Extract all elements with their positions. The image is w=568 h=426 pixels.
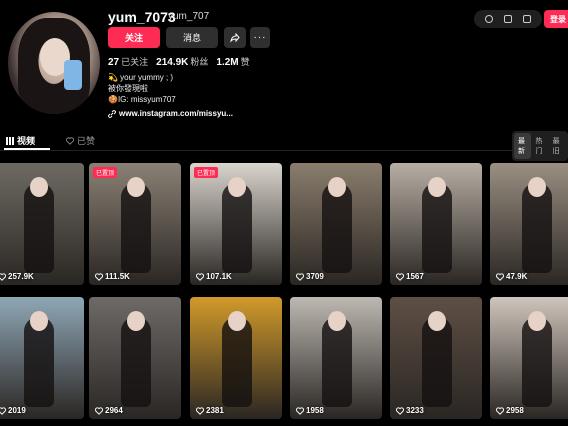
bio-line: 🍪IG: missyum707	[108, 95, 176, 104]
video-thumbnail-face	[30, 177, 48, 197]
heart-outline-icon	[196, 406, 204, 415]
video-view-count: 3709	[296, 272, 324, 281]
profile-avatar[interactable]	[8, 12, 100, 114]
video-thumbnail-face	[228, 311, 246, 331]
profile-tabs: 视频 已赞	[0, 131, 568, 151]
video-thumbnail-face	[428, 311, 446, 331]
link-icon	[108, 109, 116, 118]
video-card[interactable]: 3709	[290, 163, 382, 285]
heart-outline-icon	[0, 272, 6, 281]
video-card[interactable]: 2381	[190, 297, 282, 419]
more-button[interactable]: ···	[250, 27, 270, 48]
video-view-count-value: 1567	[406, 272, 424, 281]
heart-outline-icon	[66, 136, 74, 145]
video-card[interactable]: 1958	[290, 297, 382, 419]
tab-liked-label: 已赞	[77, 136, 96, 146]
profile-bio: 💫 your yummy ; ) 被你發現啦 🍪IG: missyum707	[108, 72, 176, 105]
bio-line: 💫 your yummy ; )	[108, 73, 174, 82]
grid-icon	[6, 136, 14, 145]
monitor-icon[interactable]	[523, 15, 531, 23]
video-thumbnail-face	[30, 311, 48, 331]
video-view-count: 257.9K	[0, 272, 34, 281]
video-view-count-value: 257.9K	[8, 272, 34, 281]
profile-username: yum_7073	[108, 9, 176, 25]
video-card[interactable]: 257.9K	[0, 163, 84, 285]
video-card[interactable]: 2958	[490, 297, 568, 419]
heart-outline-icon	[396, 406, 404, 415]
heart-outline-icon	[0, 406, 6, 415]
video-view-count-value: 111.5K	[105, 272, 130, 281]
video-view-count: 111.5K	[95, 272, 130, 281]
video-card[interactable]: 已置顶 107.1K	[190, 163, 282, 285]
stat-likes: 1.2M 赞	[216, 57, 250, 68]
video-view-count: 2964	[95, 406, 123, 415]
video-view-count-value: 107.1K	[206, 272, 232, 281]
profile-nickname: yum_707	[168, 11, 210, 22]
video-view-count-value: 2381	[206, 406, 224, 415]
video-thumbnail-face	[328, 311, 346, 331]
video-card[interactable]: 3233	[390, 297, 482, 419]
heart-outline-icon	[95, 272, 103, 281]
video-view-count: 107.1K	[196, 272, 232, 281]
video-thumbnail-face	[528, 311, 546, 331]
video-card[interactable]: 已置顶 111.5K	[89, 163, 181, 285]
heart-outline-icon	[296, 406, 304, 415]
tabs-divider	[0, 150, 568, 151]
follow-button[interactable]: 关注	[108, 27, 160, 48]
tab-liked[interactable]: 已赞	[66, 134, 95, 147]
video-thumbnail-face	[428, 177, 446, 197]
video-view-count: 47.9K	[496, 272, 527, 281]
video-card[interactable]: 2019	[0, 297, 84, 419]
video-card[interactable]: 47.9K	[490, 163, 568, 285]
video-card[interactable]: 2964	[89, 297, 181, 419]
avatar-phone	[64, 60, 82, 90]
video-view-count: 2381	[196, 406, 224, 415]
video-thumbnail-face	[228, 177, 246, 197]
video-view-count: 3233	[396, 406, 424, 415]
video-view-count: 2019	[0, 406, 26, 415]
message-button[interactable]: 消息	[166, 27, 218, 48]
pinned-badge: 已置顶	[194, 167, 219, 178]
video-thumbnail-face	[127, 311, 145, 331]
heart-outline-icon	[196, 272, 204, 281]
stat-followers[interactable]: 214.9K 粉丝	[156, 55, 208, 68]
video-thumbnail-face	[528, 177, 546, 197]
video-view-count-value: 2964	[105, 406, 123, 415]
pinned-badge: 已置顶	[93, 167, 118, 178]
video-thumbnail-face	[328, 177, 346, 197]
tab-videos[interactable]: 视频	[6, 134, 35, 147]
video-view-count-value: 3709	[306, 272, 324, 281]
profile-link-text: www.instagram.com/missyu...	[119, 109, 233, 118]
share-icon	[230, 32, 240, 43]
video-view-count: 1958	[296, 406, 324, 415]
heart-outline-icon	[95, 406, 103, 415]
share-button[interactable]	[224, 27, 246, 48]
sort-oldest[interactable]: 最旧	[549, 133, 566, 159]
video-view-count: 1567	[396, 272, 424, 281]
heart-outline-icon	[396, 272, 404, 281]
video-view-count-value: 3233	[406, 406, 424, 415]
video-view-count-value: 2958	[506, 406, 524, 415]
video-view-count-value: 1958	[306, 406, 324, 415]
heart-outline-icon	[496, 272, 504, 281]
stat-following[interactable]: 27 已关注	[108, 55, 148, 68]
video-view-count-value: 2019	[8, 406, 26, 415]
video-thumbnail-face	[127, 177, 145, 197]
heart-outline-icon	[296, 272, 304, 281]
login-button[interactable]: 登录	[544, 10, 568, 28]
video-view-count: 2958	[496, 406, 524, 415]
video-card[interactable]: 1567	[390, 163, 482, 285]
profile-stats: 27 已关注 214.9K 粉丝 1.2M 赞	[108, 55, 250, 68]
profile-link[interactable]: www.instagram.com/missyu...	[108, 109, 233, 118]
sort-toggle: 最新 热门 最旧	[512, 131, 568, 161]
sort-latest[interactable]: 最新	[514, 133, 532, 159]
heart-outline-icon	[496, 406, 504, 415]
compass-icon[interactable]	[485, 15, 493, 23]
tab-videos-label: 视频	[17, 136, 36, 146]
sort-popular[interactable]: 热门	[531, 133, 548, 159]
phone-icon[interactable]	[504, 15, 512, 23]
header-actions	[474, 10, 542, 28]
video-view-count-value: 47.9K	[506, 272, 528, 281]
bio-line: 被你發現啦	[108, 84, 148, 93]
